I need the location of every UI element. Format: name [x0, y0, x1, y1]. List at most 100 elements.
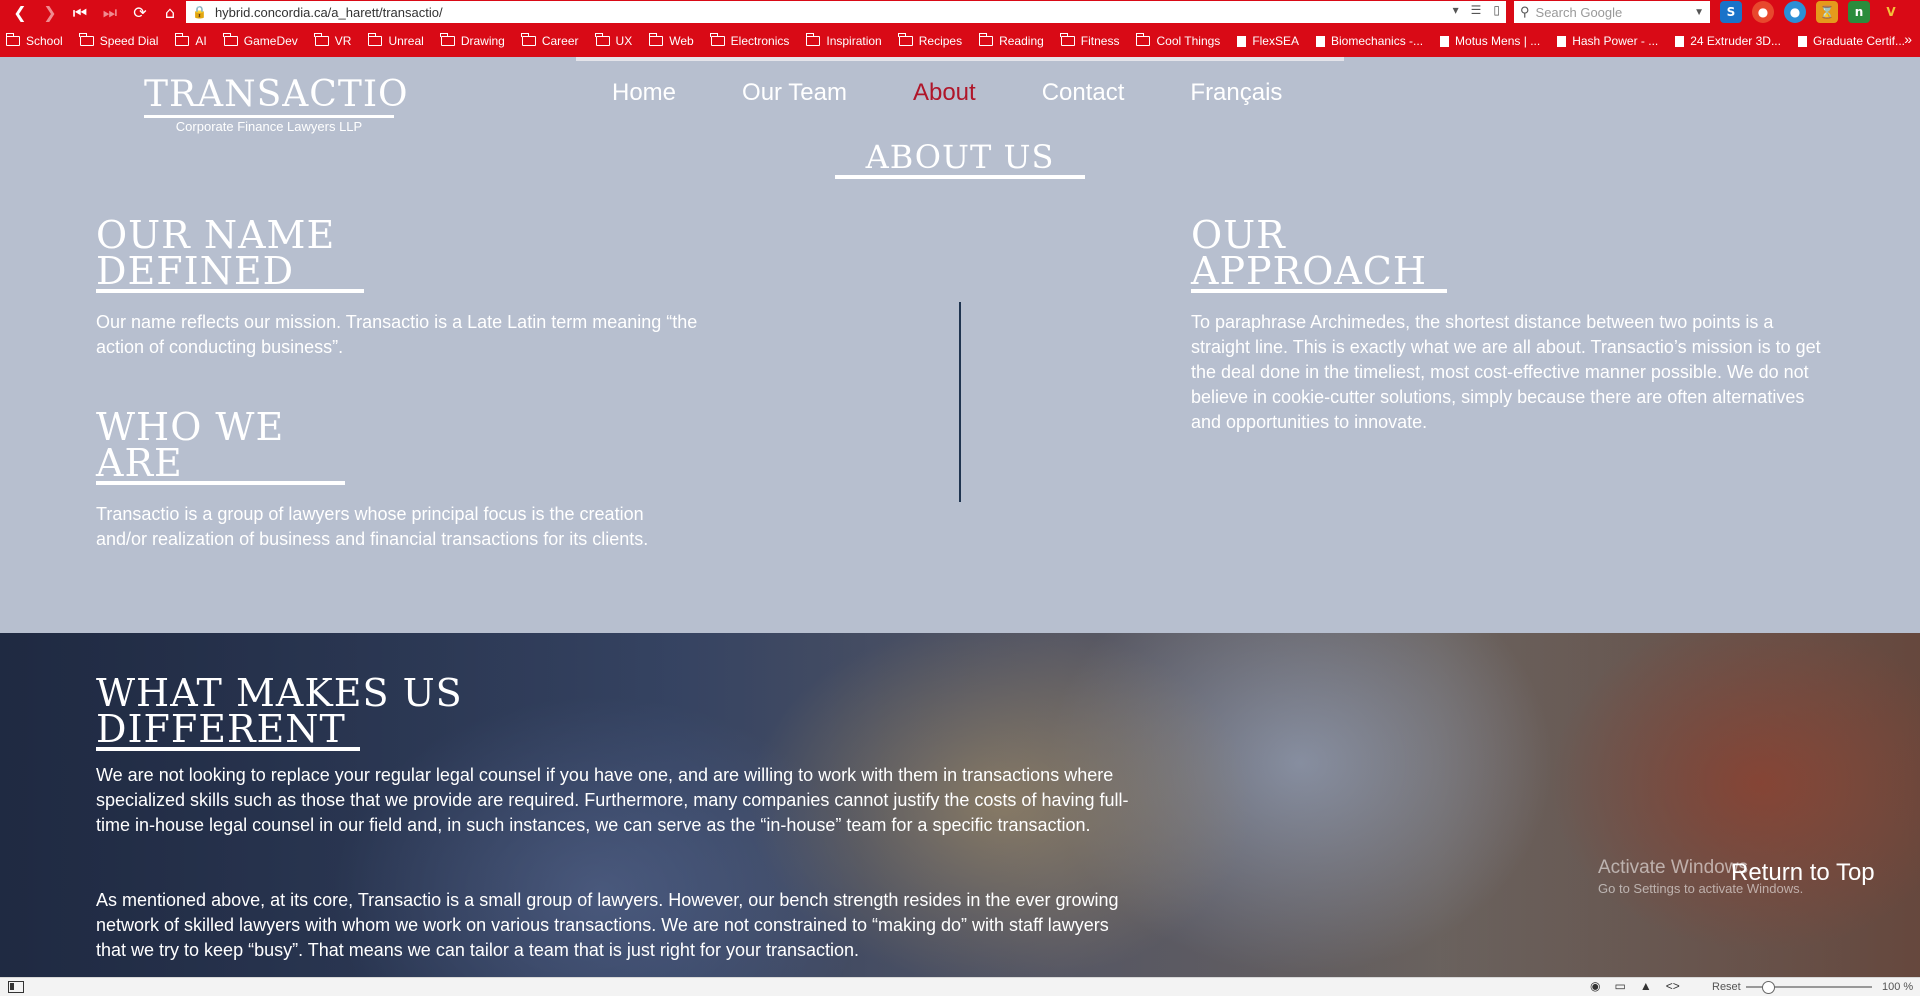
- folder-icon: [710, 33, 725, 46]
- rewind-icon[interactable]: ⏮: [68, 1, 92, 25]
- different-section: WHAT MAKES US DIFFERENT We are not looki…: [0, 633, 1920, 977]
- code-icon[interactable]: <>: [1666, 979, 1680, 993]
- bookmark-item[interactable]: UX: [595, 33, 633, 48]
- bookmark-label: School: [26, 34, 63, 48]
- bookmark-item[interactable]: Electronics: [710, 33, 789, 48]
- bookmark-icon[interactable]: ▯: [1493, 3, 1500, 17]
- page-icon: [1557, 35, 1567, 47]
- bookmark-item[interactable]: Motus Mens | ...: [1440, 34, 1540, 48]
- bookmark-item[interactable]: 24 Extruder 3D...: [1675, 34, 1781, 48]
- different-text-2: As mentioned above, at its core, Transac…: [96, 890, 1119, 960]
- bookmark-item[interactable]: School: [5, 33, 63, 48]
- folder-icon: [440, 33, 455, 46]
- page-icon: [1316, 35, 1325, 47]
- extension-v-icon[interactable]: V: [1880, 1, 1902, 23]
- zoom-reset-button[interactable]: Reset: [1712, 981, 1741, 993]
- forward-icon[interactable]: ❯: [38, 1, 62, 25]
- main-nav: Home Our Team About Contact Français: [576, 79, 1312, 107]
- bookmark-item[interactable]: Web: [648, 33, 694, 48]
- back-icon[interactable]: ❮: [8, 1, 32, 25]
- fast-forward-icon[interactable]: ⏭: [98, 1, 122, 25]
- column-divider: [959, 302, 961, 502]
- bookmark-label: Recipes: [918, 34, 963, 48]
- more-bookmarks-icon[interactable]: »: [1904, 31, 1912, 47]
- zoom-level: 100 %: [1882, 981, 1914, 993]
- search-placeholder: Search Google: [1535, 4, 1623, 20]
- name-defined-line2: DEFINED: [96, 252, 365, 293]
- bookmark-label: Drawing: [460, 34, 505, 48]
- approach-heading: OUR APPROACH: [1191, 216, 1447, 293]
- search-input[interactable]: ⚲ Search Google ▼: [1514, 1, 1710, 23]
- extension-n-icon[interactable]: n: [1848, 1, 1870, 23]
- bookmark-item[interactable]: Cool Things: [1135, 33, 1220, 48]
- different-text-1: We are not looking to replace your regul…: [96, 765, 1129, 835]
- nav-contact[interactable]: Contact: [1042, 79, 1125, 107]
- page-icon: [1440, 35, 1450, 47]
- bookmark-item[interactable]: FlexSEA: [1237, 34, 1299, 48]
- chevron-down-icon[interactable]: ▼: [1694, 7, 1704, 18]
- site-logo[interactable]: TRANSACTIO Corporate Finance Lawyers LLP: [144, 75, 408, 134]
- window-icon[interactable]: ▭: [1614, 979, 1625, 993]
- folder-icon: [805, 33, 821, 46]
- bookmark-label: UX: [615, 34, 633, 48]
- different-heading: WHAT MAKES US DIFFERENT: [96, 671, 463, 751]
- reader-icon[interactable]: ☰: [1471, 3, 1482, 17]
- bookmark-item[interactable]: Unreal: [367, 33, 424, 48]
- name-defined-text: Our name reflects our mission. Transacti…: [96, 312, 698, 357]
- bookmark-item[interactable]: Reading: [978, 33, 1044, 48]
- extension-shield-icon[interactable]: ●: [1752, 1, 1774, 23]
- extension-s-icon[interactable]: S: [1720, 1, 1742, 23]
- different-line1: WHAT MAKES US: [96, 671, 463, 715]
- bookmark-label: Motus Mens | ...: [1455, 34, 1541, 48]
- bookmarks-bar: School Speed Dial AI GameDev VR Unreal Drawing…: [0, 25, 1920, 57]
- dropdown-icon[interactable]: ▾: [1453, 3, 1459, 17]
- who-we-are-line2: ARE: [96, 444, 345, 485]
- reload-icon[interactable]: ⟳: [128, 1, 152, 25]
- search-icon: ⚲: [1520, 4, 1530, 19]
- browser-statusbar: ◉ ▭ ▲ <> Reset 100 %: [0, 977, 1920, 996]
- bookmark-label: AI: [195, 34, 207, 48]
- bookmark-label: Unreal: [388, 34, 424, 48]
- bookmark-item[interactable]: GameDev: [223, 33, 298, 48]
- nav-about[interactable]: About: [913, 79, 976, 107]
- folder-icon: [898, 33, 913, 46]
- bookmark-item[interactable]: Drawing: [440, 33, 505, 48]
- bookmark-item[interactable]: Inspiration: [805, 33, 882, 48]
- nav-home[interactable]: Home: [612, 79, 676, 107]
- page-icon: [1237, 35, 1247, 47]
- bookmark-item[interactable]: AI: [174, 33, 207, 48]
- page-title: ABOUT US: [835, 139, 1085, 179]
- image-icon[interactable]: ▲: [1640, 979, 1652, 993]
- hourglass-icon[interactable]: ⌛: [1816, 1, 1838, 23]
- bookmark-item[interactable]: VR: [314, 33, 351, 48]
- address-bar[interactable]: 🔒 hybrid.concordia.ca/a_harett/transacti…: [186, 1, 1506, 23]
- nav-francais[interactable]: Français: [1190, 79, 1282, 107]
- nav-our-team[interactable]: Our Team: [742, 79, 847, 107]
- bookmark-item[interactable]: Recipes: [898, 33, 963, 48]
- bookmark-item[interactable]: Career: [521, 33, 579, 48]
- folder-icon: [521, 33, 536, 46]
- nav-top-line: [576, 57, 1344, 61]
- different-line2: DIFFERENT: [96, 710, 360, 751]
- bookmark-label: Web: [669, 34, 694, 48]
- folder-icon: [5, 33, 20, 46]
- bookmark-item[interactable]: Biomechanics -...: [1316, 34, 1423, 48]
- bookmark-label: 24 Extruder 3D...: [1690, 34, 1781, 48]
- folder-icon: [174, 33, 190, 46]
- bookmark-label: Fitness: [1080, 34, 1120, 48]
- bookmark-item[interactable]: Hash Power - ...: [1557, 34, 1658, 48]
- bookmark-item[interactable]: Fitness: [1060, 33, 1120, 48]
- panel-toggle-icon[interactable]: [8, 981, 24, 993]
- logo-subtitle: Corporate Finance Lawyers LLP: [175, 119, 363, 134]
- bookmark-item[interactable]: Graduate Certif...: [1797, 34, 1905, 48]
- home-icon[interactable]: ⌂: [158, 1, 182, 25]
- extension-badge-icon[interactable]: ●: [1784, 1, 1806, 23]
- folder-icon: [1060, 33, 1075, 46]
- zoom-slider-handle[interactable]: [1762, 981, 1775, 994]
- bookmark-item[interactable]: Speed Dial: [79, 33, 158, 48]
- return-to-top-link[interactable]: Return to Top: [1731, 859, 1875, 887]
- page-icon: [1797, 35, 1807, 47]
- bookmark-label: Biomechanics -...: [1331, 34, 1424, 48]
- camera-icon[interactable]: ◉: [1590, 979, 1600, 993]
- who-we-are-heading: WHO WE ARE: [96, 408, 345, 485]
